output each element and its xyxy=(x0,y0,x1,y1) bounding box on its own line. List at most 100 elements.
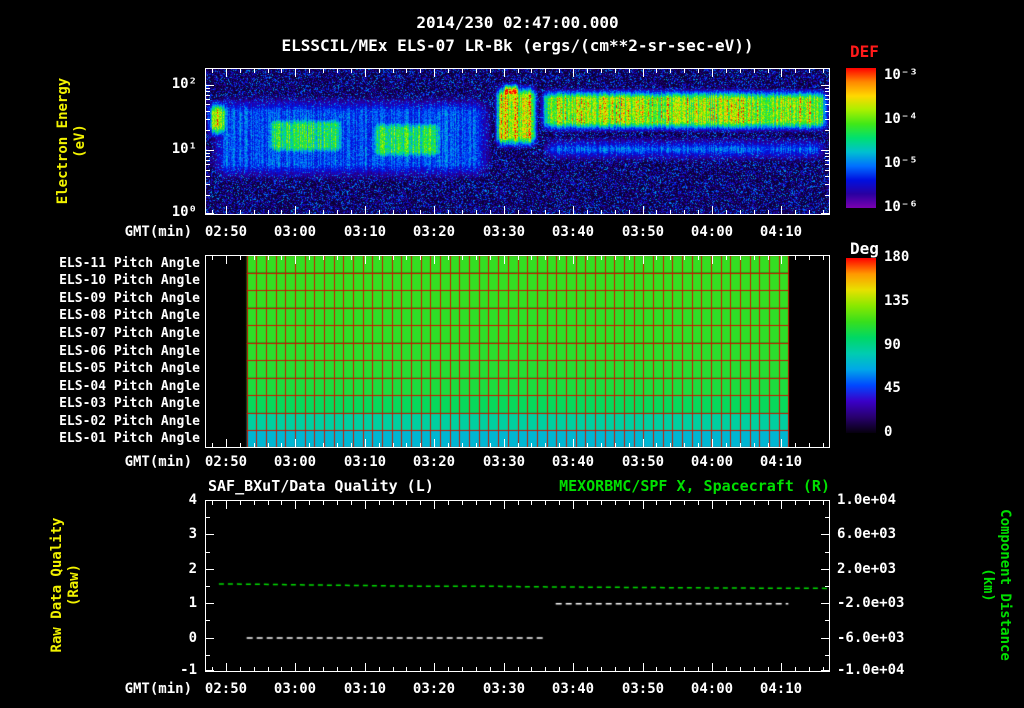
x-tick-label: 03:00 xyxy=(273,224,317,240)
axis-tick xyxy=(821,569,829,570)
axis-tick xyxy=(206,552,210,553)
axis-tick xyxy=(406,501,407,505)
axis-tick xyxy=(337,69,338,73)
axis-tick xyxy=(518,256,519,260)
axis-tick xyxy=(365,256,366,264)
deg-colorbar-tick-label: 90 xyxy=(884,337,901,353)
axis-tick xyxy=(601,256,602,260)
axis-tick xyxy=(825,620,829,621)
axis-tick xyxy=(531,443,532,447)
axis-tick xyxy=(393,256,394,260)
axis-tick xyxy=(212,501,213,505)
axis-tick xyxy=(462,501,463,505)
axis-tick xyxy=(295,439,296,447)
axis-tick xyxy=(504,206,505,214)
axis-tick xyxy=(490,501,491,505)
axis-tick xyxy=(670,443,671,447)
axis-tick xyxy=(643,206,644,214)
y-axis-label-units: (eV) xyxy=(72,124,88,158)
axis-tick xyxy=(379,210,380,214)
right-y-tick-label: -6.0e+03 xyxy=(837,630,905,646)
def-colorbar xyxy=(846,68,876,208)
axis-tick xyxy=(206,603,214,604)
axis-tick xyxy=(206,213,214,214)
axis-tick xyxy=(615,256,616,260)
pitch-row-label: ELS-08 Pitch Angle xyxy=(59,308,200,323)
left-y-tick-label: 3 xyxy=(188,526,197,542)
axis-tick xyxy=(518,443,519,447)
axis-tick xyxy=(821,150,829,151)
x-tick-label: 03:20 xyxy=(412,224,456,240)
axis-tick xyxy=(825,195,829,196)
axis-tick xyxy=(601,501,602,505)
axis-tick xyxy=(656,667,657,671)
x-tick-label: 03:50 xyxy=(621,224,665,240)
axis-tick xyxy=(462,443,463,447)
axis-tick xyxy=(434,69,435,77)
axis-tick xyxy=(490,69,491,73)
axis-tick xyxy=(490,667,491,671)
axis-tick xyxy=(670,69,671,73)
axis-tick xyxy=(206,85,214,86)
axis-tick xyxy=(268,667,269,671)
axis-tick xyxy=(462,210,463,214)
axis-tick xyxy=(615,667,616,671)
axis-tick xyxy=(462,256,463,260)
axis-tick xyxy=(795,443,796,447)
axis-tick xyxy=(226,69,227,77)
axis-tick xyxy=(226,206,227,214)
axis-tick xyxy=(670,256,671,260)
axis-tick xyxy=(825,130,829,131)
pitch-row-label: ELS-09 Pitch Angle xyxy=(59,291,200,306)
electron-spectrogram-canvas xyxy=(205,68,830,215)
axis-tick xyxy=(629,443,630,447)
axis-tick xyxy=(268,501,269,505)
axis-tick xyxy=(795,501,796,505)
left-y-tick-label: 0 xyxy=(188,630,197,646)
axis-tick xyxy=(504,256,505,264)
axis-tick xyxy=(825,160,829,161)
axis-tick xyxy=(379,501,380,505)
x-tick-label: 03:50 xyxy=(621,681,665,697)
axis-tick xyxy=(240,256,241,260)
axis-tick xyxy=(206,164,210,165)
axis-tick xyxy=(365,206,366,214)
x-tick-label: 02:50 xyxy=(204,681,248,697)
pitch-row-label: ELS-05 Pitch Angle xyxy=(59,361,200,376)
axis-tick xyxy=(212,69,213,73)
y-axis-label-component-distance: Component Distance (km) xyxy=(979,435,1013,708)
axis-tick xyxy=(740,667,741,671)
axis-tick xyxy=(559,443,560,447)
axis-tick xyxy=(825,95,829,96)
axis-tick xyxy=(406,69,407,73)
axis-tick xyxy=(698,667,699,671)
axis-tick xyxy=(754,210,755,214)
axis-tick xyxy=(781,256,782,264)
axis-tick xyxy=(420,501,421,505)
axis-tick xyxy=(823,443,824,447)
axis-tick xyxy=(740,69,741,73)
axis-tick xyxy=(573,501,574,509)
axis-tick xyxy=(825,176,829,177)
axis-tick xyxy=(379,256,380,260)
axis-tick xyxy=(448,667,449,671)
axis-tick xyxy=(254,667,255,671)
axis-tick xyxy=(712,206,713,214)
axis-tick xyxy=(809,256,810,260)
axis-tick xyxy=(206,156,210,157)
deg-colorbar-tick-label: 45 xyxy=(884,380,901,396)
axis-tick xyxy=(393,69,394,73)
y-axis-label-units: (km) xyxy=(980,568,996,602)
pitch-row-label: ELS-10 Pitch Angle xyxy=(59,273,200,288)
axis-tick xyxy=(462,667,463,671)
x-tick-label: 03:00 xyxy=(273,454,317,470)
axis-tick xyxy=(754,256,755,260)
axis-tick xyxy=(206,130,210,131)
axis-tick xyxy=(365,69,366,77)
axis-tick xyxy=(781,206,782,214)
axis-tick xyxy=(795,256,796,260)
axis-tick xyxy=(420,69,421,73)
axis-tick xyxy=(825,119,829,120)
axis-tick xyxy=(587,501,588,505)
axis-tick xyxy=(712,439,713,447)
